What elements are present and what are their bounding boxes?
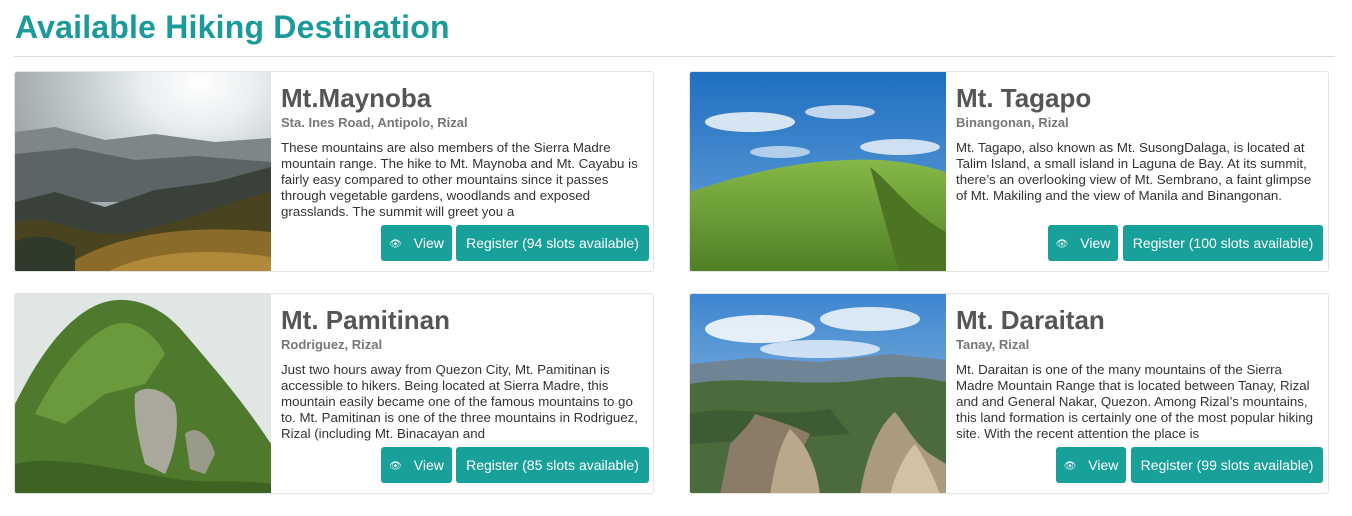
register-button[interactable]: Register (94 slots available): [456, 225, 649, 261]
destination-name: Mt.Maynoba: [281, 83, 432, 113]
destination-photo: [15, 72, 271, 271]
view-button[interactable]: 👁 View: [1056, 447, 1126, 483]
destination-name: Mt. Pamitinan: [281, 305, 451, 335]
destination-location: Tanay, Rizal: [956, 337, 1030, 352]
eye-icon: 👁: [1063, 461, 1077, 472]
register-button[interactable]: Register (100 slots available): [1123, 225, 1323, 261]
destination-name: Mt. Tagapo: [956, 83, 1092, 113]
destination-location: Rodriguez, Rizal: [281, 337, 383, 352]
destination-location: Binangonan, Rizal: [956, 115, 1069, 130]
eye-icon: 👁: [389, 461, 402, 472]
destination-location: Sta. Ines Road, Antipolo, Rizal: [281, 115, 468, 130]
view-button[interactable]: 👁 View: [381, 447, 452, 483]
destination-description: These mountains are also members of the …: [281, 140, 638, 219]
destination-description: Mt. Tagapo, also known as Mt. SusongDala…: [956, 140, 1312, 203]
destination-description: Just two hours away from Quezon City, Mt…: [281, 362, 638, 441]
destination-card-maynoba: Mt.Maynoba Sta. Ines Road, Antipolo, Riz…: [14, 71, 654, 272]
destination-card-pamitinan: Mt. Pamitinan Rodriguez, Rizal Just two …: [14, 293, 654, 494]
destination-name: Mt. Daraitan: [956, 305, 1105, 335]
view-button[interactable]: 👁 View: [1048, 225, 1118, 261]
title-divider: [14, 56, 1335, 57]
eye-icon: 👁: [389, 239, 402, 250]
page-title: Available Hiking Destination: [15, 9, 450, 45]
eye-icon: 👁: [1055, 239, 1069, 250]
register-button[interactable]: Register (85 slots available): [456, 447, 649, 483]
destination-photo: [15, 294, 271, 493]
destination-photo: [690, 72, 946, 271]
destination-description: Mt. Daraitan is one of the many mountain…: [956, 362, 1313, 441]
view-button[interactable]: 👁 View: [381, 225, 452, 261]
destination-photo: [690, 294, 946, 493]
register-button[interactable]: Register (99 slots available): [1131, 447, 1323, 483]
destination-card-daraitan: Mt. Daraitan Tanay, Rizal Mt. Daraitan i…: [689, 293, 1329, 494]
destination-card-tagapo: Mt. Tagapo Binangonan, Rizal Mt. Tagapo,…: [689, 71, 1329, 272]
